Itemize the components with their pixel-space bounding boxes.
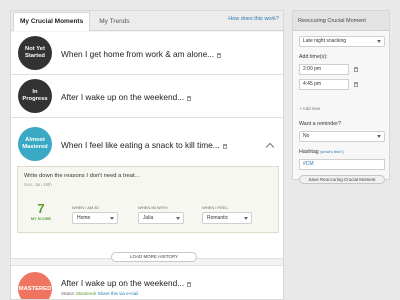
status-circle: Not Yet Started — [18, 36, 52, 70]
moment-title: After I wake up on the weekend... — [61, 92, 192, 102]
moment-title-text: After I wake up on the weekend... — [61, 92, 185, 102]
status-text: Mastered — [22, 144, 48, 150]
chevron-up-icon[interactable] — [265, 142, 275, 152]
select-value: Romantic — [207, 215, 229, 221]
detail-date: Sun, Jan 18th — [24, 182, 52, 187]
hashtag-input[interactable]: #CM — [299, 159, 385, 170]
detail-prompt: Write down the reasons I don't need a tr… — [24, 173, 140, 179]
tab-bar: My Crucial Moments My Trends How does th… — [11, 11, 283, 31]
moment-title: When I feel like eating a snack to kill … — [61, 140, 227, 150]
trash-icon[interactable] — [354, 67, 358, 72]
main-panel: My Crucial Moments My Trends How does th… — [10, 10, 284, 300]
share-email-link[interactable]: Share this via e-mail — [98, 291, 139, 296]
moment-detail: Write down the reasons I don't need a tr… — [17, 166, 279, 233]
status-line: Status: Mastered! Share this via e-mail — [61, 291, 138, 296]
field-label-feel: WHEN I FEEL: — [202, 205, 229, 210]
when-with-select[interactable]: Julia — [138, 212, 184, 224]
status-text: Progress — [22, 96, 48, 102]
moment-card[interactable]: MASTERED After I wake up on the weekend.… — [11, 265, 283, 299]
score-value: 7 — [37, 201, 45, 216]
status-text: Almost — [25, 137, 45, 144]
tab-my-trends[interactable]: My Trends — [92, 12, 136, 30]
score-label: MY SCORE — [30, 217, 52, 221]
hashtag-label: Hashtag (what's this?) — [299, 149, 344, 155]
hashtag-help-link[interactable]: (what's this?) — [320, 149, 343, 154]
tab-my-crucial-moments[interactable]: My Crucial Moments — [13, 12, 91, 31]
chevron-down-icon — [377, 40, 381, 43]
select-value: No — [303, 133, 310, 139]
add-time-label: Add time(s): — [299, 54, 328, 60]
sidebar-panel: Reoccuring Crucial Moment Late night sna… — [292, 10, 390, 184]
trash-icon[interactable] — [222, 144, 227, 149]
status-circle: In Progress — [18, 79, 52, 113]
trash-icon[interactable] — [187, 96, 192, 101]
moment-title: When I get home from work & am alone... — [61, 49, 222, 59]
time-input[interactable]: 4:45 pm — [299, 79, 349, 90]
select-value: Late night snacking — [303, 38, 347, 44]
moment-select[interactable]: Late night snacking — [299, 36, 385, 47]
moment-title-text: After I wake up on the weekend... — [61, 278, 185, 288]
status-text: Started — [25, 53, 45, 59]
moment-title-text: When I get home from work & am alone... — [61, 49, 215, 59]
moment-card[interactable]: Not Yet Started When I get home from work… — [11, 32, 283, 75]
status-text: In — [32, 89, 38, 96]
how-does-this-work-link[interactable]: How does this work? — [228, 16, 279, 22]
select-value: Julia — [143, 215, 154, 221]
load-more-history-button[interactable]: LOAD MORE HISTORY — [111, 252, 197, 262]
field-label-with: WHEN IM WITH: — [138, 205, 169, 210]
status-circle: MASTERED — [18, 272, 52, 299]
add-new-time-link[interactable]: + Add new — [299, 106, 320, 111]
when-at-select[interactable]: Home — [72, 212, 118, 224]
reminder-select[interactable]: No — [299, 131, 385, 142]
select-value: Home — [77, 215, 91, 221]
moment-card[interactable]: In Progress After I wake up on the weeken… — [11, 75, 283, 118]
hashtag-label-text: Hashtag — [299, 149, 319, 155]
moment-card-expanded[interactable]: Almost Mastered When I feel like eating a… — [11, 118, 283, 259]
when-feel-select[interactable]: Romantic — [202, 212, 252, 224]
chevron-down-icon — [377, 135, 381, 138]
trash-icon[interactable] — [217, 53, 222, 58]
reminder-label: Want a reminder? — [299, 121, 341, 127]
moment-title: After I wake up on the weekend... — [61, 278, 192, 288]
moment-title-text: When I feel like eating a snack to kill … — [61, 140, 220, 150]
add-new-label: Add new — [302, 106, 321, 111]
chevron-down-icon — [176, 217, 180, 220]
field-label-at: WHEN I AM AT: — [72, 205, 100, 210]
status-circle: Almost Mastered — [18, 127, 52, 161]
sidebar-header: Reoccuring Crucial Moment — [293, 11, 389, 31]
status-value: Mastered! — [76, 291, 97, 296]
status-text: MASTERED — [18, 285, 52, 292]
save-reoccuring-moment-button[interactable]: Save Reoccuring Crucial Moment — [299, 175, 385, 184]
trash-icon[interactable] — [187, 282, 192, 287]
chevron-down-icon — [110, 217, 114, 220]
status-label: Status: — [61, 291, 76, 296]
trash-icon[interactable] — [354, 82, 358, 87]
chevron-down-icon — [244, 217, 248, 220]
time-input[interactable]: 2:00 pm — [299, 64, 349, 75]
status-text: Not Yet — [25, 46, 45, 53]
